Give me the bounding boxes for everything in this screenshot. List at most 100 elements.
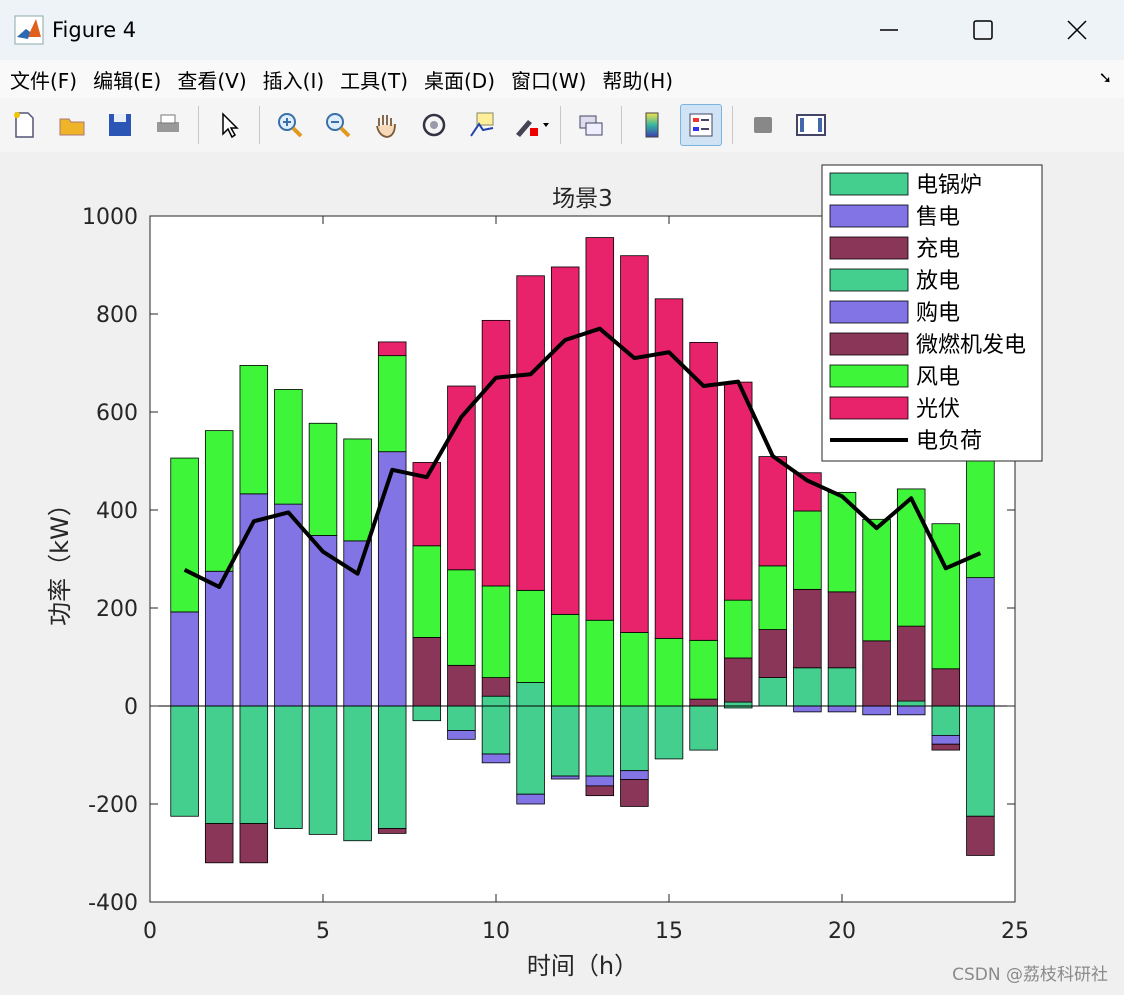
y-tick-label: -200: [88, 793, 138, 818]
bar-series6-hour10: [481, 585, 511, 678]
open-file-button[interactable]: [52, 105, 92, 145]
bar-series0-hour10: [481, 705, 511, 755]
link-plot-icon: [579, 115, 603, 136]
legend-swatch-6: [829, 364, 909, 388]
bar-series6-hour7: [377, 355, 407, 453]
legend-entry-label: 电负荷: [916, 429, 982, 454]
show-plot-tools-icon: [796, 114, 826, 136]
zoom-in-button[interactable]: [270, 105, 310, 145]
bar-series4-hour24: [966, 577, 995, 707]
bar-series2-hour2: [204, 823, 234, 864]
bar-series7-hour13: [585, 237, 615, 621]
bar-series0-hour14: [620, 705, 649, 772]
menu-view[interactable]: 查看(V): [177, 65, 246, 94]
menu-edit[interactable]: 编辑(E): [93, 65, 161, 94]
legend-entry-label: 光伏: [916, 397, 960, 422]
minimize-button[interactable]: [842, 0, 936, 60]
bar-series5-hour9: [447, 664, 476, 707]
y-axis-label: 功率（kW）: [46, 492, 74, 626]
bar-series2-hour3: [239, 823, 269, 864]
colorbar-button[interactable]: [632, 105, 672, 145]
bar-series6-hour22: [896, 488, 926, 627]
data-cursor-icon: [470, 112, 494, 137]
dock-arrow-icon[interactable]: ➘: [1099, 68, 1112, 87]
toolbar-separator: [560, 106, 561, 144]
menu-insert[interactable]: 插入(I): [263, 65, 325, 94]
bar-series0-hour9: [447, 705, 476, 731]
close-button[interactable]: [1030, 0, 1124, 60]
bar-series1-hour12: [550, 775, 580, 780]
y-tick-label: 800: [96, 303, 138, 328]
bar-series4-hour2: [204, 570, 234, 707]
bar-series5-hour23: [931, 668, 961, 707]
bar-series6-hour14: [620, 632, 649, 707]
bar-series5-hour16: [689, 698, 718, 707]
y-tick-label: 200: [96, 597, 138, 622]
brush-icon: [516, 120, 549, 137]
x-tick-label: 10: [482, 919, 510, 944]
pan-hand-icon: [376, 115, 396, 138]
bar-series6-hour16: [689, 639, 718, 700]
bar-series7-hour15: [654, 298, 684, 639]
maximize-button[interactable]: [936, 0, 1030, 60]
legend-swatch-1: [829, 204, 909, 228]
watermark: CSDN @荔枝科研社: [952, 965, 1108, 985]
bar-series1-hour19: [793, 705, 822, 713]
bar-series7-hour18: [758, 456, 788, 567]
chart-svg[interactable]: 0 5 10 15 20 25 -400 -200 0 200 400 600 800 1000 场景3 时间…: [0, 152, 1124, 995]
print-icon: [157, 114, 179, 132]
edit-plot-button[interactable]: [209, 105, 249, 145]
minimize-icon: [880, 29, 898, 31]
print-button[interactable]: [148, 105, 188, 145]
menu-file[interactable]: 文件(F): [10, 65, 77, 94]
legend-entry-label: 充电: [916, 237, 960, 262]
menu-tools[interactable]: 工具(T): [340, 65, 408, 94]
bar-series6-hour19: [793, 510, 822, 590]
legend-swatch-4: [829, 300, 909, 324]
bar-series0-hour4: [274, 705, 303, 829]
legend-button[interactable]: [680, 104, 722, 146]
rotate-button[interactable]: [414, 105, 454, 145]
menu-help[interactable]: 帮助(H): [602, 65, 673, 94]
bar-series3-hour10: [481, 695, 511, 707]
bar-series7-hour7: [377, 341, 407, 357]
hide-plot-tools-icon: [754, 117, 772, 133]
legend-entry-label: 微燃机发电: [916, 333, 1026, 358]
maximize-icon: [973, 20, 993, 40]
pan-button[interactable]: [366, 105, 406, 145]
bar-series0-hour7: [377, 705, 407, 829]
menu-window[interactable]: 窗口(W): [511, 65, 586, 94]
bar-series3-hour22: [896, 700, 926, 707]
legend-entry-label: 售电: [916, 205, 960, 230]
window-title: Figure 4: [52, 18, 137, 42]
bar-series1-hour23: [931, 735, 961, 745]
brush-button[interactable]: [510, 105, 550, 145]
new-figure-button[interactable]: [4, 105, 44, 145]
bar-series4-hour4: [274, 503, 303, 707]
hide-plot-tools-button[interactable]: [743, 105, 783, 145]
x-tick-label: 5: [316, 919, 330, 944]
show-plot-tools-button[interactable]: [791, 105, 831, 145]
bar-series1-hour22: [896, 705, 926, 716]
bar-series7-hour17: [723, 381, 753, 601]
bar-series6-hour17: [723, 599, 753, 659]
save-button[interactable]: [100, 105, 140, 145]
bar-series3-hour18: [758, 677, 788, 707]
data-cursor-button[interactable]: [462, 105, 502, 145]
link-plot-button[interactable]: [571, 105, 611, 145]
zoom-out-button[interactable]: [318, 105, 358, 145]
rotate-3d-icon: [422, 113, 446, 137]
x-axis-label: 时间（h）: [527, 952, 638, 980]
bar-series5-hour20: [827, 591, 857, 669]
legend-swatch-7: [829, 396, 909, 420]
bar-series2-hour23: [931, 743, 961, 751]
legend-swatch-3: [829, 268, 909, 292]
menu-desktop[interactable]: 桌面(D): [424, 65, 495, 94]
y-tick-label: 1000: [82, 205, 138, 230]
bar-series1-hour11: [516, 793, 545, 805]
bar-series7-hour11: [516, 275, 545, 591]
bar-series7-hour9: [447, 385, 476, 571]
bar-series5-hour10: [481, 677, 511, 697]
bar-series0-hour24: [966, 705, 995, 817]
bar-series6-hour3: [239, 365, 269, 495]
